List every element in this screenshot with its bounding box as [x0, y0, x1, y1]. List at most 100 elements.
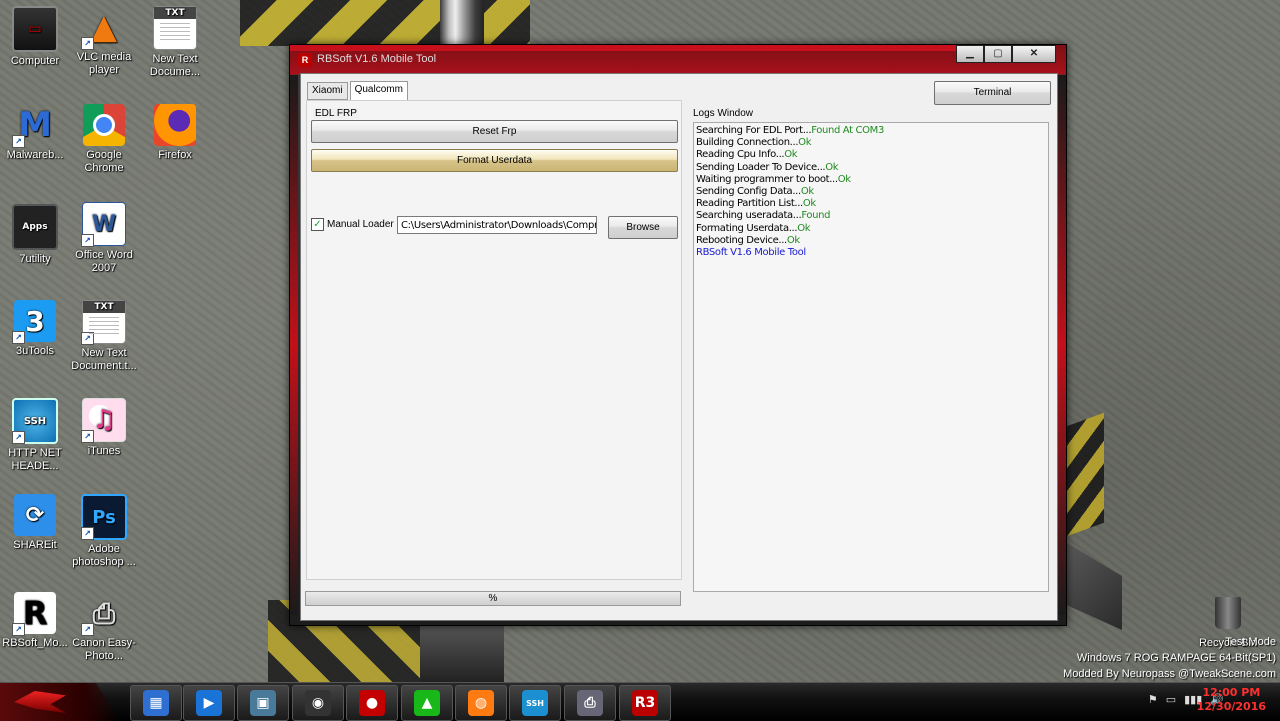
media-player-icon: ▶	[196, 690, 222, 716]
desktop-icon-itunes[interactable]: ♫ ↗ iTunes	[68, 398, 140, 458]
chrome-icon	[83, 104, 125, 146]
taskbar-app-button[interactable]: R3	[619, 685, 671, 721]
desktop-icon-malwarebytes[interactable]: M ↗ Malwareb...	[0, 104, 71, 162]
modded-by-watermark: Modded By Neuropass @TweakScene.com	[1063, 668, 1276, 680]
camera-icon: ◉	[305, 690, 331, 716]
terminal-button[interactable]: Terminal	[934, 81, 1051, 105]
progress-bar: %	[305, 591, 681, 606]
log-line: Sending Config Data...Ok	[696, 186, 1046, 198]
desktop-icon-label: Malwareb...	[6, 149, 64, 161]
taskbar-app-button[interactable]: ●	[346, 685, 398, 721]
log-status: Ok	[825, 161, 839, 173]
desktop-icon-canon[interactable]: ⎙ ↗ Canon Easy-Photo...	[68, 592, 140, 663]
log-line: Waiting programmer to boot...Ok	[696, 174, 1046, 186]
log-status: Found At COM3	[811, 125, 884, 136]
loader-path-field[interactable]: C:\Users\Administrator\Downloads\Compres…	[397, 216, 597, 234]
maximize-button[interactable]: ▢	[984, 45, 1012, 63]
shortcut-arrow-icon: ↗	[81, 332, 94, 345]
log-message: Rebooting Device...	[696, 234, 787, 246]
manual-loader-option[interactable]: ✓ Manual Loader	[311, 218, 394, 231]
log-message: Waiting programmer to boot...	[696, 173, 838, 185]
desktop-icon-3utools[interactable]: 3 ↗ 3uTools	[0, 300, 71, 358]
logs-window[interactable]: Searching For EDL Port...Found At COM3 Bu…	[693, 122, 1049, 592]
desktop-icon-rbsoft[interactable]: R ↗ RBSoft_Mo...	[0, 592, 71, 650]
taskbar-app-button[interactable]: ▶	[183, 685, 235, 721]
log-status: Ok	[798, 137, 812, 149]
vlc-cone-icon: ▲ ↗	[81, 6, 125, 50]
desktop-icon-shareit[interactable]: ⟳ SHAREit	[0, 494, 71, 552]
desktop-icon-photoshop[interactable]: Ps ↗ Adobe photoshop ...	[68, 494, 140, 569]
desktop-icon-vlc[interactable]: ▲ ↗ VLC media player	[68, 6, 140, 77]
log-line: Searching For EDL Port...Found At COM3	[696, 125, 1046, 137]
desktop-icon-label: Office Word 2007	[75, 249, 133, 274]
log-line: Rebooting Device...Ok	[696, 235, 1046, 247]
taskbar-app-button[interactable]: ▣	[237, 685, 289, 721]
reset-frp-button[interactable]: Reset Frp	[311, 120, 678, 143]
desktop-icon-label: New Text Docume...	[149, 53, 201, 78]
log-line: Sending Loader To Device...Ok	[696, 162, 1046, 174]
desktop-icon-label: New Text Document.t...	[71, 347, 137, 372]
log-message: Building Connection...	[696, 137, 799, 149]
rbsoft-window: R RBSoft V1.6 Mobile Tool ▁ ▢ ✕ Xiaomi Q…	[289, 44, 1067, 626]
shortcut-arrow-icon: ↗	[81, 623, 94, 636]
printer-icon: ⎙ ↗	[81, 592, 125, 636]
log-message: Reading Cpu Info...	[696, 149, 785, 161]
close-button[interactable]: ✕	[1012, 45, 1056, 63]
shortcut-arrow-icon: ↗	[12, 431, 25, 444]
qualcomm-tab-panel	[306, 100, 682, 580]
action-center-flag-icon[interactable]: ⚑	[1148, 693, 1158, 706]
window-frame-left	[290, 75, 298, 615]
desktop-icon-7utility[interactable]: Apps 7utility	[0, 204, 71, 266]
record-icon: ●	[359, 690, 385, 716]
tab-xiaomi[interactable]: Xiaomi	[307, 82, 348, 100]
start-button[interactable]	[0, 683, 120, 721]
manual-loader-checkbox[interactable]: ✓	[311, 218, 324, 231]
shortcut-arrow-icon: ↗	[81, 37, 94, 50]
taskbar-app-button[interactable]: SSH	[509, 685, 561, 721]
desktop-icon-word[interactable]: W ↗ Office Word 2007	[68, 202, 140, 275]
desktop-icon-label: Adobe photoshop ...	[72, 543, 136, 568]
desktop-icon-firefox[interactable]: Firefox	[139, 104, 211, 162]
firefox-icon: ◍	[468, 690, 494, 716]
log-message: Searching For EDL Port...	[696, 125, 812, 136]
window-title: RBSoft V1.6 Mobile Tool	[317, 53, 437, 65]
log-line: Building Connection...Ok	[696, 137, 1046, 149]
desktop-icon-new-text-document-2[interactable]: ↗ New Text Document.t...	[68, 300, 140, 373]
browse-button[interactable]: Browse	[608, 216, 678, 239]
os-version-watermark: Windows 7 ROG RAMPAGE 64-Bit(SP1)	[1076, 652, 1276, 664]
shortcut-arrow-icon: ↗	[12, 135, 25, 148]
taskbar: ▦ ▶ ▣ ◉ ● ▲ ◍ SSH ⎙ R3 ⚑ ▭ ▮▮▮ 🔊 12:00 PM 12/30/2…	[0, 682, 1280, 721]
desktop-icon-computer[interactable]: ▭ Computer	[0, 6, 71, 68]
desktop-icon-http-net-header[interactable]: SSH ↗ HTTP NET HEADE...	[0, 398, 71, 473]
taskbar-app-button[interactable]: ▲	[401, 685, 453, 721]
log-status: Ok	[802, 198, 816, 210]
shortcut-arrow-icon: ↗	[12, 331, 25, 344]
desktop-icon-new-text-document[interactable]: New Text Docume...	[139, 6, 211, 79]
taskbar-app-button[interactable]: ▦	[130, 685, 182, 721]
log-line: Formating Userdata...Ok	[696, 223, 1046, 235]
photoshop-icon: Ps ↗	[81, 494, 127, 540]
window-client-area: Xiaomi Qualcomm Terminal EDL FRP Reset F…	[300, 73, 1058, 621]
window-titlebar[interactable]: R RBSoft V1.6 Mobile Tool ▁ ▢ ✕	[290, 45, 1066, 73]
app-logo-icon: R	[298, 53, 312, 67]
format-userdata-button[interactable]: Format Userdata	[311, 149, 678, 172]
log-message: Searching useradata...	[696, 210, 802, 222]
desktop-icon-chrome[interactable]: Google Chrome	[68, 104, 140, 175]
taskbar-app-button[interactable]: ◉	[292, 685, 344, 721]
taskbar-app-button[interactable]: ◍	[455, 685, 507, 721]
taskbar-clock[interactable]: 12:00 PM 12/30/2016	[1197, 686, 1266, 714]
word-icon: W ↗	[81, 202, 126, 247]
taskbar-app-button[interactable]: ⎙	[564, 685, 616, 721]
printer-icon: ⎙	[577, 690, 603, 716]
malwarebytes-icon: M ↗	[12, 104, 56, 148]
firefox-icon	[154, 104, 196, 146]
tab-qualcomm[interactable]: Qualcomm	[349, 81, 408, 101]
battery-icon[interactable]: ▭	[1166, 693, 1176, 706]
shortcut-arrow-icon: ↗	[81, 527, 94, 540]
manual-loader-label: Manual Loader	[327, 219, 394, 230]
desktop-icon-label: Google Chrome	[84, 149, 124, 174]
itunes-icon: ♫ ↗	[81, 398, 126, 443]
desktop-icon-label: iTunes	[87, 445, 121, 457]
desktop-icon-label: SHAREit	[13, 539, 57, 551]
minimize-button[interactable]: ▁	[956, 45, 984, 63]
